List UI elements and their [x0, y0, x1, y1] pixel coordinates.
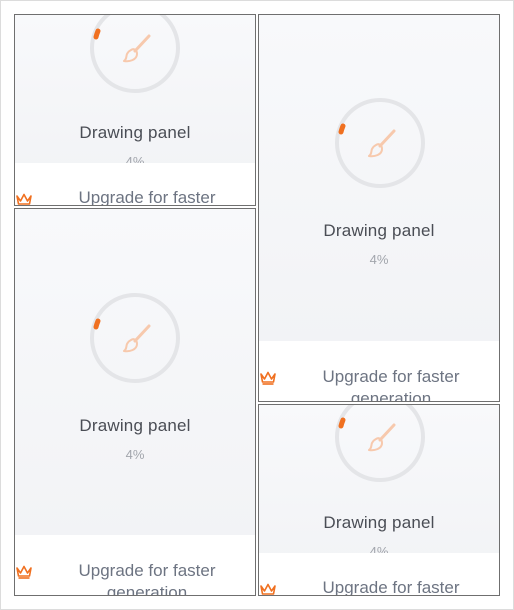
upgrade-text[interactable]: Upgrade for faster generation	[49, 560, 245, 595]
crown-icon	[260, 583, 276, 595]
panel-title: Drawing panel	[323, 513, 435, 532]
upgrade-banner[interactable]: Upgrade for faster generation	[259, 341, 499, 401]
paintbrush-icon	[368, 423, 396, 452]
upgrade-text[interactable]: Upgrade for faster generation	[293, 366, 489, 401]
crown-icon	[260, 371, 276, 385]
drawing-panel-3[interactable]: Drawing panel 4% Upgrade for faster gene…	[258, 14, 500, 402]
progress-ring	[335, 98, 425, 188]
progress-percent: 4%	[125, 447, 145, 462]
progress-ring	[90, 293, 180, 383]
drawing-panel-4[interactable]: Drawing panel 4% Upgrade for faster gene…	[258, 404, 500, 596]
progress-ring	[90, 15, 180, 93]
paintbrush-icon	[123, 324, 151, 353]
drawing-panel-1[interactable]: Drawing panel 4% Upgrade for faster gene…	[14, 14, 256, 206]
upgrade-text[interactable]: Upgrade for faster generation	[49, 187, 245, 205]
progress-percent: 4%	[369, 252, 389, 267]
crown-icon	[16, 193, 32, 205]
panel-title: Drawing panel	[79, 416, 191, 435]
panel-title: Drawing panel	[79, 123, 191, 142]
upgrade-banner[interactable]: Upgrade for faster generation	[259, 553, 499, 595]
upgrade-banner[interactable]: Upgrade for faster generation	[15, 163, 255, 205]
progress-ring	[335, 405, 425, 482]
crown-icon	[16, 565, 32, 579]
paintbrush-icon	[368, 129, 396, 158]
upgrade-text[interactable]: Upgrade for faster generation	[293, 577, 489, 595]
drawing-panel-2[interactable]: Drawing panel 4% Upgrade for faster gene…	[14, 208, 256, 596]
panel-title: Drawing panel	[323, 221, 435, 240]
paintbrush-icon	[123, 34, 151, 63]
upgrade-banner[interactable]: Upgrade for faster generation	[15, 535, 255, 595]
